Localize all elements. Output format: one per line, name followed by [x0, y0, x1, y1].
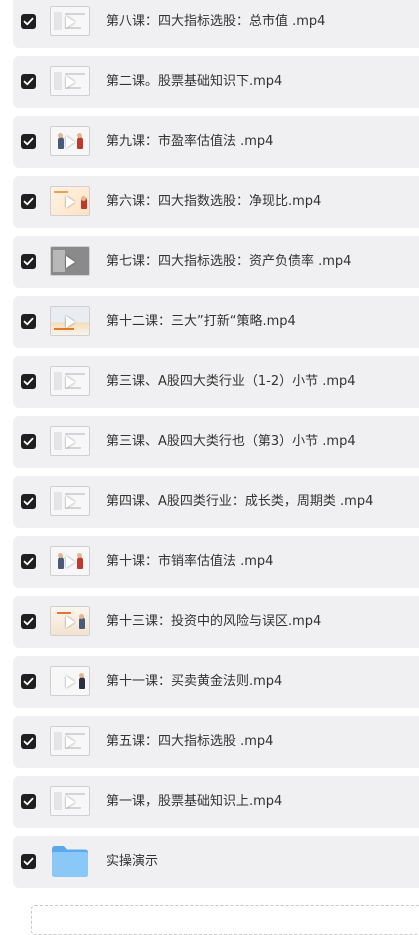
video-thumbnail-icon	[50, 666, 90, 696]
play-icon	[66, 196, 75, 208]
video-thumbnail-icon	[50, 186, 90, 216]
video-thumbnail-icon	[50, 726, 90, 756]
play-icon	[66, 436, 75, 448]
file-name[interactable]: 第二课。股票基础知识下.mp4	[106, 56, 282, 108]
play-icon	[66, 556, 75, 568]
file-name[interactable]: 第十课：市销率估值法 .mp4	[106, 536, 273, 588]
file-name[interactable]: 第七课：四大指标选股：资产负债率 .mp4	[106, 236, 351, 288]
checkbox-checked-icon[interactable]	[21, 854, 36, 869]
checkbox-checked-icon[interactable]	[21, 614, 36, 629]
checkbox-checked-icon[interactable]	[21, 314, 36, 329]
video-thumbnail-icon	[50, 426, 90, 456]
file-name[interactable]: 第四课、A股四类行业：成长类，周期类 .mp4	[106, 476, 373, 528]
play-icon	[66, 376, 75, 388]
checkbox-checked-icon[interactable]	[21, 194, 36, 209]
file-name[interactable]: 第一课，股票基础知识上.mp4	[106, 776, 282, 828]
file-row[interactable]: 第十一课：买卖黄金法则.mp4	[13, 656, 419, 708]
checkbox-checked-icon[interactable]	[21, 494, 36, 509]
file-row[interactable]: 第三课、A股四大类行也（第3）小节 .mp4	[13, 416, 419, 468]
file-name[interactable]: 第十一课：买卖黄金法则.mp4	[106, 656, 282, 708]
play-icon	[66, 496, 75, 508]
file-name[interactable]: 第八课：四大指标选股：总市值 .mp4	[106, 0, 325, 48]
file-row[interactable]: 第九课：市盈率估值法 .mp4	[13, 116, 419, 168]
video-thumbnail-icon	[50, 6, 90, 36]
checkbox-checked-icon[interactable]	[21, 254, 36, 269]
play-icon	[66, 676, 75, 688]
file-name[interactable]: 第三课、A股四大类行业（1-2）小节 .mp4	[106, 356, 356, 408]
play-icon	[66, 16, 75, 28]
video-thumbnail-icon	[50, 126, 90, 156]
play-icon	[66, 76, 75, 88]
checkbox-checked-icon[interactable]	[21, 554, 36, 569]
file-name[interactable]: 第十二课：三大”打新“策略.mp4	[106, 296, 296, 348]
file-row[interactable]: 第八课：四大指标选股：总市值 .mp4	[13, 0, 419, 48]
folder-row[interactable]: 实操演示	[13, 836, 419, 888]
play-icon	[66, 256, 75, 268]
file-row[interactable]: 第十课：市销率估值法 .mp4	[13, 536, 419, 588]
checkbox-checked-icon[interactable]	[21, 74, 36, 89]
video-thumbnail-icon	[50, 546, 90, 576]
file-row[interactable]: 第一课，股票基础知识上.mp4	[13, 776, 419, 828]
folder-icon	[52, 846, 88, 877]
upload-drop-zone[interactable]	[31, 905, 419, 935]
file-row[interactable]: 第二课。股票基础知识下.mp4	[13, 56, 419, 108]
checkbox-checked-icon[interactable]	[21, 14, 36, 29]
checkbox-checked-icon[interactable]	[21, 374, 36, 389]
video-thumbnail-icon	[50, 606, 90, 636]
video-thumbnail-icon	[50, 366, 90, 396]
play-icon	[66, 736, 75, 748]
video-thumbnail-icon	[50, 246, 90, 276]
file-name[interactable]: 第十三课：投资中的风险与误区.mp4	[106, 596, 321, 648]
checkbox-checked-icon[interactable]	[21, 434, 36, 449]
file-row[interactable]: 第七课：四大指标选股：资产负债率 .mp4	[13, 236, 419, 288]
play-icon	[66, 796, 75, 808]
play-icon	[66, 616, 75, 628]
video-thumbnail-icon	[50, 786, 90, 816]
play-icon	[66, 316, 75, 328]
file-row[interactable]: 第六课：四大指数选股：净现比.mp4	[13, 176, 419, 228]
checkbox-checked-icon[interactable]	[21, 674, 36, 689]
file-list: 第八课：四大指标选股：总市值 .mp4 第二课。股票基础知识下.mp4 第九课：市盈…	[0, 0, 419, 915]
file-name[interactable]: 第五课：四大指标选股 .mp4	[106, 716, 273, 768]
video-thumbnail-icon	[50, 306, 90, 336]
file-name[interactable]: 第六课：四大指数选股：净现比.mp4	[106, 176, 321, 228]
file-row[interactable]: 第三课、A股四大类行业（1-2）小节 .mp4	[13, 356, 419, 408]
file-name[interactable]: 第九课：市盈率估值法 .mp4	[106, 116, 273, 168]
checkbox-checked-icon[interactable]	[21, 794, 36, 809]
file-row[interactable]: 第五课：四大指标选股 .mp4	[13, 716, 419, 768]
video-thumbnail-icon	[50, 66, 90, 96]
file-row[interactable]: 第十三课：投资中的风险与误区.mp4	[13, 596, 419, 648]
checkbox-checked-icon[interactable]	[21, 734, 36, 749]
play-icon	[66, 136, 75, 148]
file-name[interactable]: 实操演示	[106, 836, 158, 888]
checkbox-checked-icon[interactable]	[21, 134, 36, 149]
file-row[interactable]: 第四课、A股四类行业：成长类，周期类 .mp4	[13, 476, 419, 528]
file-name[interactable]: 第三课、A股四大类行也（第3）小节 .mp4	[106, 416, 356, 468]
video-thumbnail-icon	[50, 486, 90, 516]
file-row[interactable]: 第十二课：三大”打新“策略.mp4	[13, 296, 419, 348]
